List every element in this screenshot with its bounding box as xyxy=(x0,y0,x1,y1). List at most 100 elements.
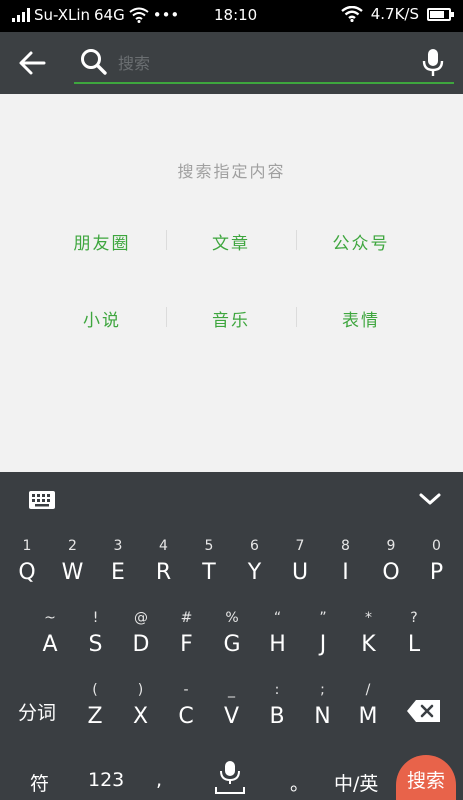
key-h[interactable]: “H xyxy=(255,610,301,657)
key-symbol: 5 xyxy=(204,538,214,554)
option-articles[interactable]: 文章 xyxy=(166,229,296,254)
option-official-accounts[interactable]: 公众号 xyxy=(296,229,426,254)
search-box[interactable] xyxy=(74,44,454,84)
search-header xyxy=(0,32,463,94)
key-symbol: 8 xyxy=(341,538,350,554)
key-r[interactable]: 4R xyxy=(141,538,187,585)
key-c[interactable]: -C xyxy=(163,682,209,729)
status-left: Su-XLin 64G ••• xyxy=(12,6,179,24)
network-label: 64G xyxy=(94,6,125,24)
key-letter: D xyxy=(132,632,150,657)
key-v[interactable]: _ V xyxy=(209,682,255,729)
key-symbol: ) xyxy=(137,682,144,698)
numbers-key[interactable]: 123 xyxy=(88,769,124,791)
key-g[interactable]: % G xyxy=(209,610,255,657)
backspace-icon[interactable] xyxy=(406,699,442,723)
microphone-icon[interactable] xyxy=(422,48,444,78)
key-j[interactable]: ” J xyxy=(300,610,346,657)
key-symbol: : xyxy=(274,682,280,698)
option-novels[interactable]: 小说 xyxy=(37,306,167,331)
key-letter: Q xyxy=(18,560,36,585)
key-z[interactable]: (Z xyxy=(72,682,118,729)
key-b[interactable]: :B xyxy=(254,682,300,729)
search-suggestions: 搜索指定内容 朋友圈 文章 公众号 小说 音乐 表情 xyxy=(0,94,463,472)
key-symbol: ; xyxy=(320,682,325,698)
key-f[interactable]: # F xyxy=(164,610,210,657)
back-arrow-icon[interactable] xyxy=(14,46,50,80)
key-symbol: ( xyxy=(92,682,98,698)
search-input[interactable] xyxy=(118,50,398,76)
option-music[interactable]: 音乐 xyxy=(166,306,296,331)
key-letter: M xyxy=(358,704,378,729)
language-switch-key[interactable]: 中/英 xyxy=(334,769,378,796)
symbols-key[interactable]: 符 xyxy=(30,769,49,796)
key-letter: H xyxy=(269,632,286,657)
space-key-mic-icon[interactable] xyxy=(214,759,246,797)
key-i[interactable]: 8I xyxy=(323,538,369,585)
key-letter: K xyxy=(361,632,376,657)
option-moments[interactable]: 朋友圈 xyxy=(37,229,167,254)
key-w[interactable]: 2W xyxy=(50,538,96,585)
key-symbol: / xyxy=(365,682,371,698)
key-symbol: 6 xyxy=(250,538,259,554)
key-letter: I xyxy=(342,560,349,585)
key-symbol: 2 xyxy=(68,538,77,554)
wifi-icon xyxy=(129,7,149,23)
key-letter: E xyxy=(111,560,125,585)
chevron-down-icon[interactable] xyxy=(418,490,442,508)
key-symbol: 4 xyxy=(159,538,168,554)
key-symbol: ~ xyxy=(44,610,56,626)
key-x[interactable]: ) X xyxy=(118,682,164,729)
key-letter: O xyxy=(382,560,400,585)
key-letter: L xyxy=(407,632,421,657)
key-u[interactable]: 7U xyxy=(277,538,323,585)
wifi-icon xyxy=(340,6,363,22)
key-letter: R xyxy=(155,560,172,585)
key-letter: G xyxy=(223,632,241,657)
key-letter: S xyxy=(88,632,103,657)
key-letter: F xyxy=(180,632,193,657)
battery-icon xyxy=(427,7,454,21)
key-q[interactable]: 1Q xyxy=(4,538,50,585)
key-symbol: 9 xyxy=(386,538,396,554)
key-symbol: ! xyxy=(92,610,99,626)
key-a[interactable]: ~ A xyxy=(27,610,73,657)
key-letter: T xyxy=(202,560,216,585)
key-m[interactable]: / M xyxy=(345,682,391,729)
key-symbol: “ xyxy=(273,610,282,626)
key-symbol: ” xyxy=(319,610,327,626)
clock: 18:10 xyxy=(214,6,258,24)
key-o[interactable]: 9O xyxy=(368,538,414,585)
segment-key[interactable]: 分词 xyxy=(18,698,56,725)
key-p[interactable]: 0P xyxy=(414,538,460,585)
key-e[interactable]: 3E xyxy=(95,538,141,585)
key-letter: A xyxy=(42,632,58,657)
comma-key[interactable]: , xyxy=(156,769,162,791)
key-symbol: 3 xyxy=(113,538,123,554)
option-stickers[interactable]: 表情 xyxy=(296,306,426,331)
key-symbol: 1 xyxy=(22,538,32,554)
key-t[interactable]: 5T xyxy=(186,538,232,585)
carrier-label: Su-XLin xyxy=(34,6,91,24)
battery-level xyxy=(430,10,444,18)
key-symbol: ? xyxy=(410,610,418,626)
key-k[interactable]: * K xyxy=(346,610,392,657)
key-letter: U xyxy=(291,560,309,585)
keyboard-icon[interactable] xyxy=(28,490,56,510)
signal-icon xyxy=(12,8,30,22)
network-speed: 4.7K/S xyxy=(370,5,419,23)
key-s[interactable]: ! S xyxy=(73,610,119,657)
search-key[interactable]: 搜索 xyxy=(396,755,456,800)
key-letter: W xyxy=(61,560,84,585)
wechat-search-screen: Su-XLin 64G ••• 18:10 4.7K/S 搜索 搜索指定内容 朋… xyxy=(0,0,463,800)
key-symbol: _ xyxy=(228,682,235,698)
key-d[interactable]: @ D xyxy=(118,610,164,657)
key-letter: V xyxy=(223,704,240,729)
search-hint: 搜索指定内容 xyxy=(177,162,286,181)
key-n[interactable]: ; N xyxy=(300,682,346,729)
key-y[interactable]: 6Y xyxy=(232,538,278,585)
period-key[interactable]: 。 xyxy=(290,769,309,796)
keyboard: 1Q2W3E4R5T6Y7U8I9O0P ~ A! S @ D # F% G “H” J * K? L … xyxy=(0,472,463,800)
key-l[interactable]: ? L xyxy=(391,610,437,657)
more-dots: ••• xyxy=(152,6,180,24)
